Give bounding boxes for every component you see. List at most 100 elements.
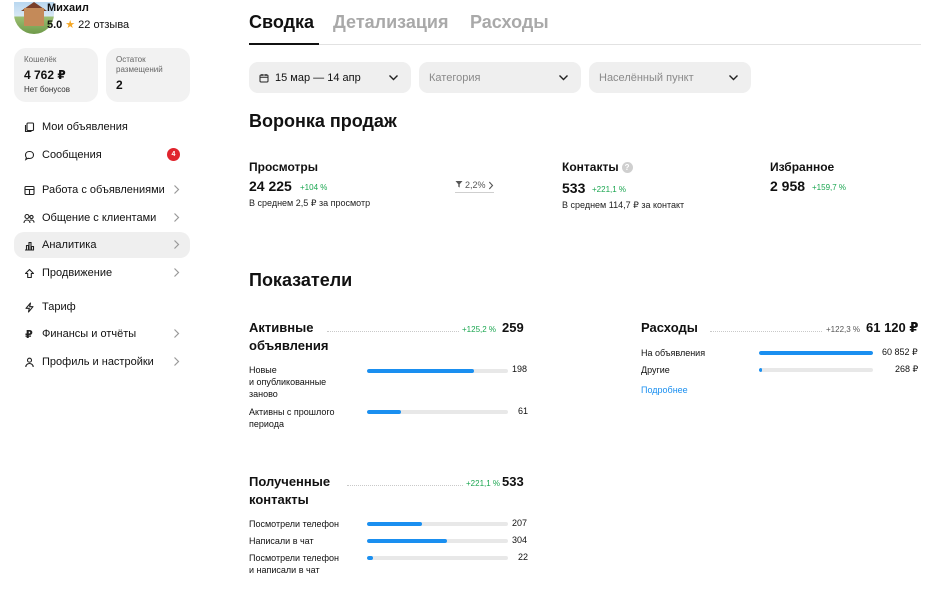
active-row-value: 61 [518,406,529,416]
sidebar-item-tariff[interactable]: Тариф [14,294,190,320]
filter-icon [455,180,463,190]
chevron-right-icon [174,268,180,277]
leader-dots [347,485,463,486]
views-delta: +104 % [300,183,328,192]
sidebar-item-finance[interactable]: ₽ Финансы и отчёты [14,321,190,347]
active-ads-delta: +125,2 % [462,325,497,334]
expenses-row-bar [759,368,873,372]
contacts-row-label: Посмотрели телефон и написали в чат [249,553,339,575]
active-row-label: Новые и опубликованные заново [249,365,327,399]
leader-dots [710,331,822,332]
chart-icon [22,238,36,252]
contacts-title-line1: Полученные [249,474,331,489]
views-value: 24 225 [249,178,292,194]
active-row-value: 198 [512,364,528,374]
wallet-card[interactable]: Кошелёк 4 762 ₽ Нет бонусов [14,48,98,102]
contacts-label: Контакты [562,160,619,174]
sidebar-item-ads-work[interactable]: Работа с объявлениями [14,177,190,203]
leader-dots [327,331,459,332]
contacts-row-value: 304 [512,535,528,545]
conversion-link[interactable]: 2,2% [455,180,494,193]
contacts-title-line2: контакты [249,492,309,507]
sidebar-item-profile[interactable]: Профиль и настройки [14,349,190,375]
people-icon [22,211,36,225]
grid-icon [22,183,36,197]
chevron-down-icon [389,75,398,81]
sidebar-item-clients[interactable]: Общение с клиентами [14,205,190,231]
sidebar-item-my-ads[interactable]: Мои объявления [14,114,190,140]
wallet-note: Нет бонусов [24,85,70,94]
funnel-title: Воронка продаж [249,111,397,131]
messages-badge: 4 [167,148,180,161]
contacts-row-fill [367,556,373,560]
contacts-block-delta: +221,1 % [466,479,501,488]
sidebar-item-label: Продвижение [42,267,113,279]
tabs-bar: Сводка Детализация Расходы [249,10,921,45]
sidebar-item-label: Мои объявления [42,121,128,133]
contacts-row-bar [367,522,508,526]
expenses-more-link[interactable]: Подробнее [641,385,688,395]
sidebar-item-messages[interactable]: Сообщения 4 [14,142,190,168]
contacts-row-bar [367,539,508,543]
chevron-right-icon [174,213,180,222]
active-ads-title-line1: Активные [249,320,314,335]
rating-score: 5.0 [47,18,63,31]
active-row-fill [367,369,475,373]
expenses-row-value: 60 852 ₽ [882,347,918,357]
views-note: В среднем 2,5 ₽ за просмотр [249,198,371,208]
contacts-row-fill [367,539,448,543]
indicators-title: Показатели [249,270,353,290]
promote-icon [22,266,36,280]
tariff-icon [22,300,36,314]
city-select[interactable]: Населённый пункт [589,62,751,93]
sidebar-item-label: Работа с объявлениями [42,184,165,196]
contacts-block-title: Полученные контакты [249,473,330,509]
placements-caption: Остаток размещений [116,55,163,74]
contacts-row-fill [367,522,422,526]
sidebar-item-label: Аналитика [42,239,97,251]
sidebar-item-promotion[interactable]: Продвижение [14,260,190,286]
favorites-label: Избранное [770,160,835,174]
contacts-block-total: 533 [502,474,524,489]
star-icon: ★ [65,19,76,31]
calendar-icon [259,73,269,83]
sidebar-item-analytics[interactable]: Аналитика [14,232,190,258]
active-row-bar [367,410,508,414]
expenses-row-fill [759,351,873,355]
ruble-icon: ₽ [25,328,33,341]
contacts-row-label: Посмотрели телефон [249,519,339,529]
tab-summary[interactable]: Сводка [249,12,314,33]
active-row-fill [367,410,401,414]
chat-icon [22,148,36,162]
city-placeholder: Населённый пункт [599,71,694,84]
favorites-value: 2 958 [770,178,806,194]
favorites-delta: +159,7 % [812,183,847,192]
wallet-amount: 4 762 ₽ [24,68,66,82]
expenses-row-bar [759,351,873,355]
contacts-note: В среднем 114,7 ₽ за контакт [562,200,685,210]
profile-rating[interactable]: 5.0 ★ 22 отзыва [47,18,130,32]
expenses-row-fill [759,368,763,372]
help-icon[interactable]: ? [621,162,633,173]
active-ads-total: 259 [502,320,524,335]
contacts-row-value: 22 [518,552,529,562]
placements-card[interactable]: Остаток размещений 2 [106,48,190,102]
tab-expenses[interactable]: Расходы [470,12,549,33]
sidebar-item-label: Сообщения [42,149,102,161]
category-select[interactable]: Категория [419,62,581,93]
expenses-row-label: Другие [641,365,670,375]
expenses-title: Расходы [641,320,698,335]
reviews-count: 22 отзыва [78,18,130,31]
profile-name[interactable]: Михаил [47,2,89,14]
sidebar-item-label: Профиль и настройки [42,356,154,368]
chevron-down-icon [729,75,738,81]
period-select[interactable]: 15 мар — 14 апр [249,62,411,93]
contacts-row-bar [367,556,508,560]
copy-icon [22,120,36,134]
period-value: 15 мар — 14 апр [275,71,361,84]
sidebar-item-label: Финансы и отчёты [42,328,137,340]
active-ads-title: Активные объявления [249,319,328,355]
tab-details[interactable]: Детализация [333,12,449,33]
user-icon [22,355,36,369]
sidebar-item-label: Тариф [42,301,76,313]
